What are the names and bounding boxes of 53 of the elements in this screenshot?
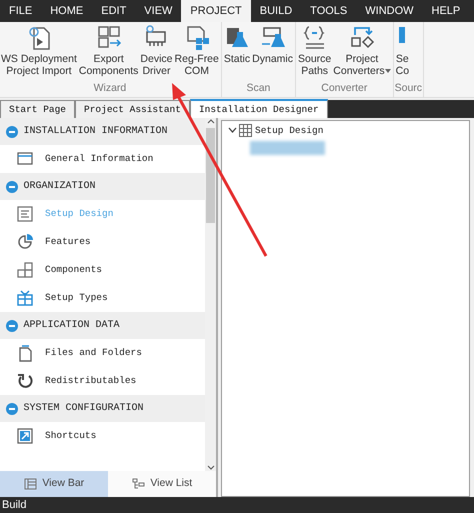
pie-chart-icon [16,233,34,251]
group-label: Sourc [394,82,422,96]
menu-tab[interactable]: HOME [41,0,92,22]
document-tab[interactable]: Start Page [0,100,76,118]
ribbon-button[interactable]: Dynamic [251,22,294,65]
layout-icon [16,205,34,223]
scroll-up-icon [206,118,214,124]
menu-tab[interactable]: FILE [0,0,42,22]
ribbon-button[interactable]: Reg-Free COM [174,22,220,77]
menu-tab[interactable]: EDIT [92,0,136,22]
section-header[interactable]: INSTALLATION INFORMATION [0,118,205,145]
scroll-down-icon [206,465,214,471]
scrollbar-thumb[interactable] [206,128,215,223]
collapse-icon [6,126,18,138]
export-icon [96,24,122,50]
menu-tab[interactable]: TOOLS [301,0,356,22]
status-bar: Build [0,497,474,513]
menu-tab[interactable]: PROJECT [181,0,251,22]
tree-node[interactable]: Setup Design [222,121,469,138]
scrollbar[interactable] [205,118,216,471]
collapse-icon [6,320,18,332]
ribbon-button[interactable]: WS Deployment Project Import [0,22,78,77]
ribbon-button[interactable]: Source Paths [296,22,332,77]
ribbon-button[interactable]: Device Driver [139,22,174,77]
view-toggle[interactable]: View List [108,471,216,497]
convert-icon [348,24,375,50]
group-label: Converter [320,82,368,96]
section-header[interactable]: SYSTEM CONFIGURATION [0,395,205,422]
group-label: Wizard [92,82,128,96]
view-toggle[interactable]: View Bar [0,471,108,497]
shortcut-icon [16,427,34,445]
chevron-down-icon [228,127,236,134]
grid-icon [239,124,252,138]
menu-tab[interactable]: BUILD [250,0,302,22]
gift-icon [16,289,34,307]
ribbon-button[interactable]: Export Components [78,22,140,77]
section-header[interactable]: ORGANIZATION [0,173,205,200]
document-tab[interactable]: Project Assistant [75,100,190,118]
tree-icon [132,478,145,490]
components-icon [16,261,34,279]
ribbon-button[interactable]: Static [222,22,252,65]
collapse-icon [6,402,18,414]
menu-tab[interactable]: HELP [422,0,470,22]
list-icon [24,478,37,490]
refresh-icon [16,372,34,390]
section-header[interactable]: APPLICATION DATA [0,312,205,339]
ribbon-button[interactable]: Project Converters [332,22,392,77]
document-tab[interactable]: Installation Designer [190,99,328,118]
menu-tab[interactable]: VIEW [135,0,182,22]
menu-tab[interactable]: WINDOW [356,0,423,22]
collapse-icon [6,180,18,192]
ribbon-button[interactable]: Se Co [394,22,410,77]
group-label: Scan [245,82,272,96]
